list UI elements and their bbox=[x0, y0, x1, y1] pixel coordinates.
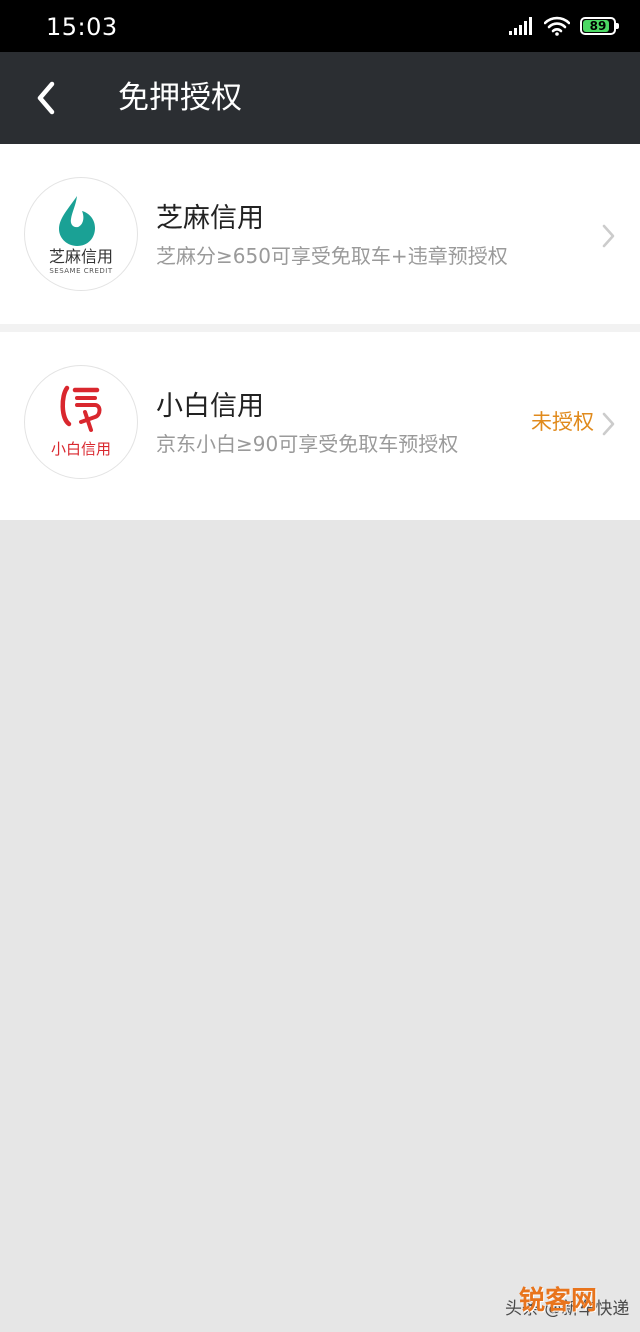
sesame-credit-logo-icon: 芝麻信用 SESAME CREDIT bbox=[24, 177, 138, 291]
svg-text:SESAME CREDIT: SESAME CREDIT bbox=[49, 267, 113, 275]
item-title: 芝麻信用 bbox=[156, 203, 264, 234]
xiaobai-credit-logo-icon: 小白信用 bbox=[24, 365, 138, 479]
svg-text:芝麻信用: 芝麻信用 bbox=[49, 247, 113, 266]
list-item-sesame-credit[interactable]: 芝麻信用 SESAME CREDIT 芝麻信用 芝麻分≥650可享受免取车+违章… bbox=[0, 144, 640, 332]
item-description: 京东小白≥90可享受免取车预授权 bbox=[156, 432, 459, 456]
battery-level: 89 bbox=[589, 19, 607, 33]
battery-icon: 89 bbox=[580, 17, 619, 35]
divider bbox=[0, 324, 640, 332]
authorization-status: 未授权 bbox=[531, 410, 594, 434]
list-item-xiaobai-credit[interactable]: 小白信用 小白信用 京东小白≥90可享受免取车预授权 未授权 bbox=[0, 332, 640, 520]
signal-icon bbox=[509, 17, 532, 35]
svg-text:小白信用: 小白信用 bbox=[51, 440, 111, 458]
battery-cap bbox=[616, 23, 619, 29]
back-button[interactable] bbox=[28, 78, 68, 118]
watermark-logo: 锐客网 bbox=[519, 1286, 598, 1316]
chevron-right-icon bbox=[602, 224, 615, 248]
item-title: 小白信用 bbox=[156, 391, 264, 422]
page-title: 免押授权 bbox=[118, 80, 242, 116]
status-icons: 89 bbox=[508, 14, 619, 38]
nav-bar: 免押授权 bbox=[0, 52, 640, 144]
status-time: 15:03 bbox=[46, 13, 118, 41]
chevron-right-icon bbox=[602, 412, 615, 436]
item-description: 芝麻分≥650可享受免取车+违章预授权 bbox=[156, 244, 508, 268]
watermark: 头条 @新车快递 锐客网 bbox=[505, 1286, 633, 1324]
wifi-icon bbox=[544, 16, 570, 36]
status-bar: 15:03 89 bbox=[0, 0, 640, 52]
chevron-left-icon bbox=[37, 81, 55, 115]
